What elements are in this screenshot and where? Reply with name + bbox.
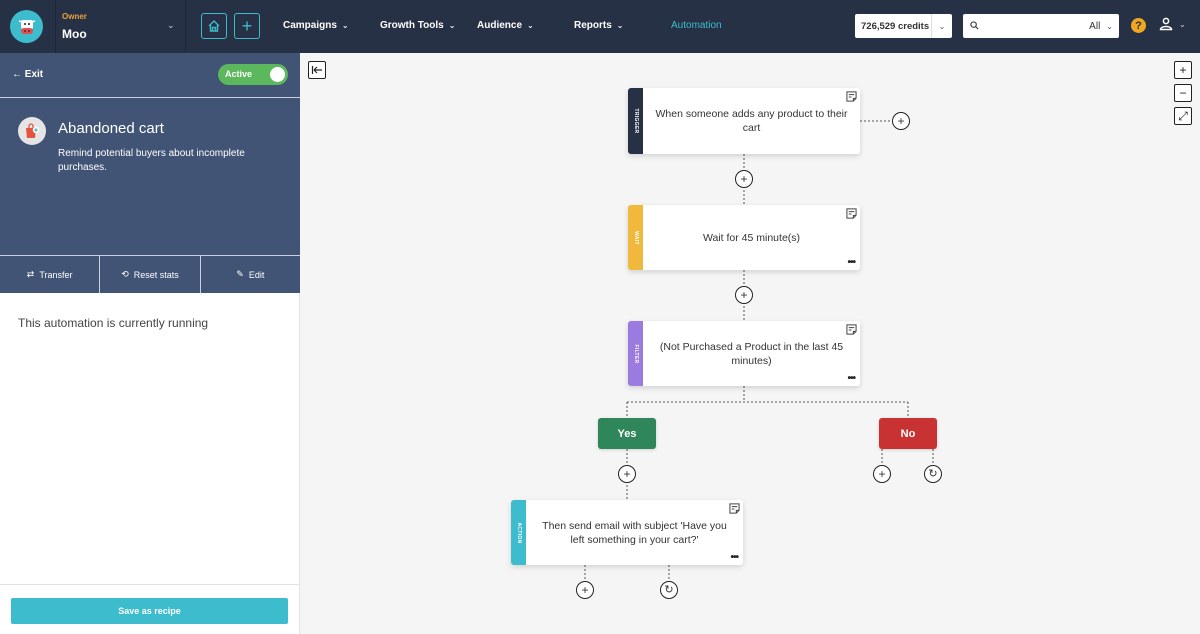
zoom-in-button[interactable]: + [1174,61,1192,79]
transfer-button[interactable]: ⇄ Transfer [0,256,101,293]
chevron-down-icon: ⌄ [341,21,349,30]
action-node[interactable]: ACTION Then send email with subject 'Hav… [511,500,743,565]
add-step-button[interactable]: + [735,286,753,304]
no-branch[interactable]: No [879,418,937,449]
status-message: This automation is currently running [18,316,209,330]
chevron-down-icon: ⌄ [1179,19,1186,29]
automation-description: Remind potential buyers about incomplete… [58,148,245,173]
owner-role-label: Owner [62,12,87,21]
user-menu[interactable]: ⌄ [1159,17,1186,31]
pencil-icon: ✎ [236,269,244,279]
nav-automation[interactable]: Automation [671,20,722,31]
credits-balance: 726,529 credits [861,20,930,32]
add-step-button[interactable]: + [618,465,636,483]
user-icon [1159,17,1173,31]
fit-to-screen-button[interactable]: ⤢ [1174,107,1192,125]
node-text: (Not Purchased a Product in the last 45 … [659,340,844,367]
cow-logo-icon[interactable] [10,10,43,43]
arrow-left-icon: ← [12,69,22,80]
credits-dropdown[interactable]: 726,529 credits ⌄ [855,14,952,38]
chevron-down-icon: ⌄ [448,21,456,30]
account-name[interactable]: Moo [62,27,87,41]
transfer-icon: ⇄ [26,269,35,279]
automation-actions: ⇄ Transfer ⟲ Reset stats ✎ Edit [0,255,300,293]
divider [0,584,300,585]
node-type-band: ACTION [511,500,526,565]
more-options-icon[interactable]: ••• [730,552,738,563]
divider [185,0,186,53]
toggle-knob [270,67,285,82]
loop-back-icon[interactable]: ↻ [924,465,942,483]
nav-audience[interactable]: Audience ⌄ [477,20,534,31]
save-as-recipe-button[interactable]: Save as recipe [11,598,288,624]
add-step-button[interactable]: + [892,112,910,130]
shopping-bag-icon [18,117,46,145]
node-text: When someone adds any product to their c… [655,108,848,134]
note-icon[interactable] [729,503,740,514]
help-icon[interactable]: ? [1131,18,1146,33]
top-navbar: Owner Moo ⌄ + Campaigns ⌄ Growth Tools ⌄ A… [0,0,1200,53]
node-type-band: TRIGGER [628,88,643,154]
nav-reports[interactable]: Reports ⌄ [574,20,624,31]
node-type-band: WAIT [628,205,643,270]
chevron-down-icon[interactable]: ⌄ [931,14,952,38]
plus-icon: + [241,15,253,36]
add-step-button[interactable]: + [873,465,891,483]
trigger-node[interactable]: TRIGGER When someone adds any product to… [628,88,860,154]
divider [0,97,300,98]
nav-campaigns[interactable]: Campaigns ⌄ [283,20,349,31]
edit-button[interactable]: ✎ Edit [201,256,300,293]
chevron-down-icon: ⌄ [616,21,624,30]
more-options-icon[interactable]: ••• [847,257,855,268]
zoom-out-button[interactable]: − [1174,84,1192,102]
automation-canvas[interactable]: + − ⤢ TRIGGER When someone adds any prod… [301,53,1200,634]
node-text: Then send email with subject 'Have you l… [542,519,727,546]
node-text: Wait for 45 minute(s) [702,231,801,244]
add-step-button[interactable]: + [576,581,594,599]
collapse-left-icon [311,66,322,74]
toggle-label: Active [225,69,253,79]
more-options-icon[interactable]: ••• [847,373,855,384]
node-type-band: FILTER [628,321,643,386]
reset-stats-button[interactable]: ⟲ Reset stats [100,256,201,293]
active-toggle[interactable]: Active [218,64,288,85]
nav-growth-tools[interactable]: Growth Tools ⌄ [380,20,455,31]
search-icon [963,20,979,32]
automation-title: Abandoned cart [58,120,164,137]
note-icon[interactable] [846,91,857,102]
home-icon [208,20,220,32]
yes-branch[interactable]: Yes [598,418,656,449]
filter-node[interactable]: FILTER (Not Purchased a Product in the l… [628,321,860,386]
automation-sidebar: ← Exit Active Abandoned cart Remind pote… [0,53,300,634]
automation-header: ← Exit Active Abandoned cart Remind pote… [0,53,300,293]
note-icon[interactable] [846,208,857,219]
home-button[interactable] [201,13,227,39]
collapse-sidebar-button[interactable] [308,61,326,79]
search-input[interactable] [983,16,1090,36]
chevron-down-icon[interactable]: ⌄ [1106,22,1113,31]
exit-button[interactable]: ← Exit [12,69,43,80]
history-icon: ⟲ [121,269,129,279]
loop-back-icon[interactable]: ↻ [660,581,678,599]
wait-node[interactable]: WAIT Wait for 45 minute(s) ••• [628,205,860,270]
divider [55,0,56,53]
chevron-down-icon: ⌄ [527,21,534,30]
account-chevron-down-icon[interactable]: ⌄ [167,20,175,31]
create-button[interactable]: + [234,13,260,39]
search-box: All ⌄ [963,14,1119,38]
add-step-button[interactable]: + [735,170,753,188]
search-scope-select[interactable]: All [1089,21,1100,32]
note-icon[interactable] [846,324,857,335]
